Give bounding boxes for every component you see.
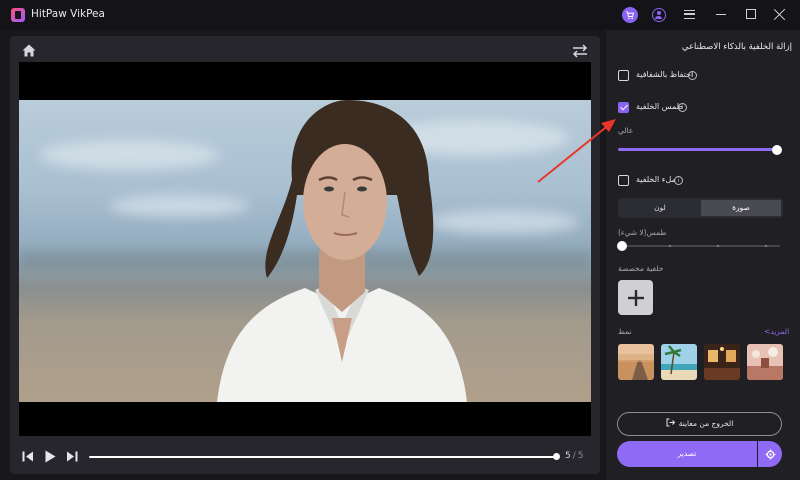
plus-icon: [627, 289, 644, 306]
export-button[interactable]: تصدير: [617, 441, 757, 467]
title-bar: HitPaw VikPea: [0, 0, 800, 30]
slider-tick: [765, 245, 767, 247]
fill-blur-slider[interactable]: [620, 245, 780, 247]
blur-background-label: طمس الخلفية: [636, 102, 683, 111]
keep-transparency-option[interactable]: احتفاظ بالشفافية i: [618, 69, 788, 83]
exit-icon: [666, 418, 675, 427]
fill-background-option[interactable]: ملء الخلفية i: [618, 174, 788, 188]
preview-workspace: 5/5: [10, 36, 600, 474]
person-subject: [217, 100, 467, 402]
slider-tick: [669, 245, 671, 247]
fill-background-label: ملء الخلفية: [636, 175, 676, 184]
play-icon[interactable]: [45, 450, 56, 463]
blur-background-checkbox[interactable]: [618, 102, 629, 113]
tab-color[interactable]: لون: [620, 200, 700, 216]
style-thumb-restaurant-interior[interactable]: [704, 344, 740, 380]
preview-frame-image: [19, 100, 591, 402]
previous-frame-icon[interactable]: [22, 451, 34, 462]
minimize-icon[interactable]: [716, 14, 726, 16]
keep-transparency-label: احتفاظ بالشفافية: [636, 70, 694, 79]
more-styles-link[interactable]: المزيد>: [764, 327, 789, 336]
blur-level-label: عالي: [618, 126, 634, 135]
app-logo-icon: [11, 8, 25, 22]
exit-preview-button[interactable]: الخروج من معاينة: [617, 412, 782, 436]
blur-level-slider[interactable]: [618, 148, 778, 151]
info-icon[interactable]: i: [678, 103, 687, 112]
total-frames: 5: [577, 451, 584, 461]
maximize-icon[interactable]: [746, 9, 756, 19]
blur-none-label: طمس(لا شيء): [618, 228, 667, 237]
compare-swap-icon[interactable]: [572, 44, 588, 58]
next-frame-icon[interactable]: [66, 451, 78, 462]
style-thumb-desert-road[interactable]: [618, 344, 654, 380]
export-settings-button[interactable]: [758, 441, 782, 467]
player-controls: 5/5: [10, 446, 600, 470]
frame-separator: /: [572, 451, 576, 461]
fill-type-tabs: لون صورة: [618, 198, 783, 218]
frame-counter: 5/5: [565, 451, 584, 461]
current-frame: 5: [565, 451, 571, 461]
fill-blur-handle[interactable]: [617, 241, 627, 251]
fill-background-checkbox[interactable]: [618, 175, 629, 186]
blur-level-handle[interactable]: [772, 144, 782, 155]
tab-image[interactable]: صورة: [701, 200, 781, 216]
background-removal-panel: إزالة الخلفية بالذكاء الاصطناعي احتفاظ ب…: [606, 30, 800, 480]
timeline-track[interactable]: [89, 456, 557, 458]
custom-background-label: خلفية مخصصة: [618, 264, 664, 273]
add-custom-background-button[interactable]: [618, 280, 653, 315]
exit-preview-label: الخروج من معاينة: [678, 419, 734, 428]
home-icon[interactable]: [22, 44, 36, 57]
slider-tick: [717, 245, 719, 247]
video-preview[interactable]: [19, 62, 591, 436]
cart-icon[interactable]: [622, 7, 638, 23]
style-thumb-tropical-beach[interactable]: [661, 344, 697, 380]
menu-icon[interactable]: [684, 10, 695, 19]
gear-icon: [765, 449, 775, 459]
close-icon[interactable]: [773, 8, 786, 21]
keep-transparency-checkbox[interactable]: [618, 70, 629, 81]
app-title: HitPaw VikPea: [31, 8, 105, 20]
account-icon[interactable]: [652, 8, 666, 22]
style-label: نمط: [618, 327, 632, 336]
style-thumb-cafe-interior[interactable]: [747, 344, 783, 380]
panel-title: إزالة الخلفية بالذكاء الاصطناعي: [681, 42, 792, 52]
timeline-handle[interactable]: [553, 453, 560, 460]
info-icon[interactable]: i: [688, 71, 697, 80]
blur-background-option[interactable]: طمس الخلفية i: [618, 101, 788, 115]
info-icon[interactable]: i: [674, 176, 683, 185]
